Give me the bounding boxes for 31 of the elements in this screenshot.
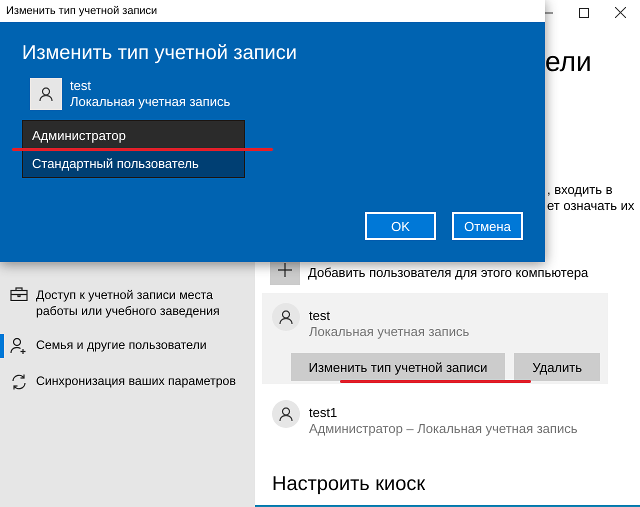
user-card[interactable]: test Локальная учетная запись Изменить тип учетной записи Удалить <box>262 293 608 384</box>
plus-icon <box>278 263 292 277</box>
section-heading: Настроить киоск <box>272 472 426 496</box>
account-subtitle: Локальная учетная запись <box>70 94 230 110</box>
user-subtitle: Локальная учетная запись <box>309 324 470 340</box>
user-name: test <box>309 308 330 324</box>
person-add-icon <box>10 337 28 355</box>
maximize-icon[interactable] <box>579 8 589 18</box>
dialog-button[interactable]: OK <box>365 212 436 240</box>
window-title: Изменить тип учетной записи <box>0 0 545 22</box>
sidebar-item[interactable]: Семья и другие пользователи <box>0 332 255 360</box>
sidebar-item[interactable]: Синхронизация ваших параметров <box>0 368 255 396</box>
person-icon <box>278 406 294 422</box>
user-action-button[interactable]: Изменить тип учетной записи <box>290 353 506 381</box>
sync-icon <box>10 373 28 391</box>
person-icon <box>278 309 294 325</box>
briefcase-icon <box>10 287 28 301</box>
person-icon <box>38 86 54 102</box>
page-heading: ели <box>545 45 593 79</box>
account-name: test <box>70 78 91 94</box>
close-icon[interactable] <box>615 7 626 18</box>
user-subtitle: Администратор – Локальная учетная запись <box>309 421 578 437</box>
dialog-heading: Изменить тип учетной записи <box>22 41 298 66</box>
sidebar-item[interactable]: Доступ к учетной записи места работы или учебного заведения <box>0 282 255 324</box>
intro-text: ет означать их <box>547 198 634 214</box>
dropdown-option[interactable]: Стандартный пользователь <box>23 149 244 177</box>
dialog-button[interactable]: Отмена <box>452 212 523 240</box>
user-action-button[interactable]: Удалить <box>514 353 600 381</box>
user-card[interactable]: test1 Администратор – Локальная учетная запись <box>262 390 608 440</box>
user-name: test1 <box>309 405 338 421</box>
intro-text: , входить в <box>547 182 613 198</box>
